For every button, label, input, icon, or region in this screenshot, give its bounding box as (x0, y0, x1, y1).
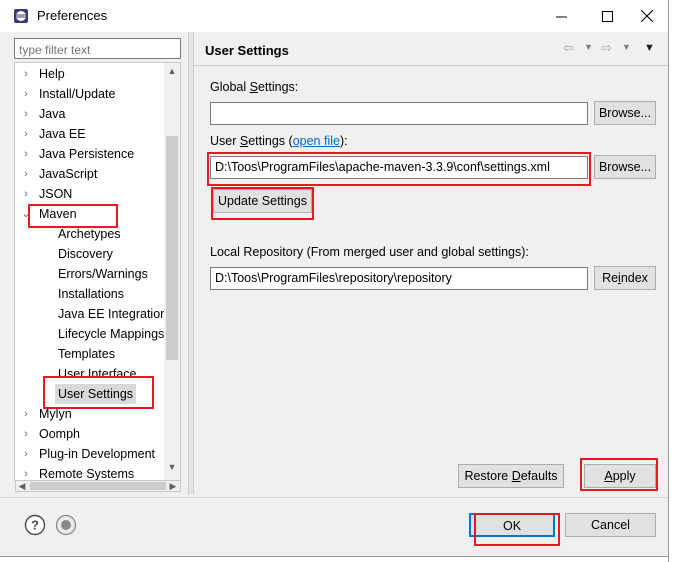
global-browse-button[interactable]: Browse... (594, 101, 656, 125)
close-icon (641, 10, 653, 22)
scroll-up-arrow-icon[interactable]: ▲ (164, 66, 180, 80)
tree-item-lifecycle-mappings[interactable]: Lifecycle Mappings (58, 324, 164, 344)
tree-expand-icon[interactable]: › (21, 404, 31, 424)
restore-defaults-button[interactable]: Restore Defaults (458, 464, 564, 488)
tree-item-java[interactable]: Java (39, 104, 65, 124)
tree-item-errors-warnings[interactable]: Errors/Warnings (58, 264, 148, 284)
tree-item-plug-in-development[interactable]: Plug-in Development (39, 444, 155, 464)
forward-arrow-icon[interactable]: ⇨ (601, 40, 612, 56)
highlight-user-settings (207, 152, 591, 186)
highlight-apply (580, 458, 658, 491)
open-file-link[interactable]: open file (293, 134, 340, 148)
footer-separator (0, 497, 668, 498)
pane-splitter[interactable] (188, 32, 194, 494)
tree-item-java-persistence[interactable]: Java Persistence (39, 144, 134, 164)
back-history-dropdown-icon[interactable]: ▼ (584, 42, 593, 52)
minimize-icon (555, 16, 567, 17)
tree-item-install-update[interactable]: Install/Update (39, 84, 115, 104)
tree-vertical-scroll-thumb[interactable] (166, 136, 178, 360)
local-repository-field[interactable]: D:\Toos\ProgramFiles\repository\reposito… (210, 267, 588, 290)
local-repository-label: Local Repository (From merged user and g… (210, 245, 529, 259)
tree-expand-icon[interactable]: › (21, 144, 31, 164)
scroll-down-arrow-icon[interactable]: ▼ (164, 462, 180, 476)
tree-item-json[interactable]: JSON (39, 184, 72, 204)
tree-expand-icon[interactable]: › (21, 184, 31, 204)
tree-expand-icon[interactable]: › (21, 84, 31, 104)
view-menu-icon[interactable]: ▼ (644, 42, 655, 54)
svg-text:?: ? (31, 518, 39, 533)
minimize-button[interactable] (538, 0, 584, 32)
global-settings-field[interactable] (210, 102, 588, 125)
user-browse-button[interactable]: Browse... (594, 155, 656, 179)
tree-expand-icon[interactable]: › (21, 104, 31, 124)
tree-expand-icon[interactable]: › (21, 444, 31, 464)
highlight-user-settings-node (43, 376, 154, 409)
page-title: User Settings (205, 43, 289, 58)
window-frame-right (668, 0, 669, 562)
scroll-right-arrow-icon[interactable]: ▶ (167, 480, 179, 492)
tree-item-help[interactable]: Help (39, 64, 65, 84)
tree-item-javascript[interactable]: JavaScript (39, 164, 97, 184)
tree-expand-icon[interactable]: › (21, 124, 31, 144)
help-icon[interactable]: ? (24, 514, 46, 536)
back-arrow-icon[interactable]: ⇦ (563, 40, 574, 56)
tree-expand-icon[interactable]: › (21, 164, 31, 184)
tree-item-installations[interactable]: Installations (58, 284, 124, 304)
window-frame-bottom (0, 556, 669, 557)
user-settings-label: User Settings (open file): (210, 134, 348, 148)
tree-item-discovery[interactable]: Discovery (58, 244, 113, 264)
tree-item-remote-systems[interactable]: Remote Systems (39, 464, 134, 480)
header-separator (194, 65, 668, 66)
record-macro-icon[interactable] (55, 514, 77, 536)
tree-item-oomph[interactable]: Oomph (39, 424, 80, 444)
forward-history-dropdown-icon[interactable]: ▼ (622, 42, 631, 52)
reindex-button[interactable]: Reindex (594, 266, 656, 290)
eclipse-app-icon (14, 9, 28, 23)
cancel-button[interactable]: Cancel (565, 513, 656, 537)
tree-item-templates[interactable]: Templates (58, 344, 115, 364)
tree-horizontal-scroll-thumb[interactable] (30, 482, 166, 490)
tree-expand-icon[interactable]: › (21, 424, 31, 444)
highlight-ok (474, 513, 560, 546)
tree-expand-icon[interactable]: › (21, 464, 31, 480)
highlight-maven (28, 204, 118, 228)
filter-input[interactable] (14, 38, 181, 59)
highlight-update-settings (211, 187, 314, 220)
tree-item-java-ee[interactable]: Java EE (39, 124, 86, 144)
global-settings-label: Global Settings: (210, 80, 299, 94)
tree-expand-icon[interactable]: › (21, 64, 31, 84)
maximize-icon (601, 10, 613, 22)
tree-item-java-ee-integration[interactable]: Java EE Integration (58, 304, 164, 324)
scroll-left-arrow-icon[interactable]: ◀ (16, 480, 28, 492)
close-button[interactable] (624, 0, 670, 32)
window-title: Preferences (37, 8, 108, 23)
